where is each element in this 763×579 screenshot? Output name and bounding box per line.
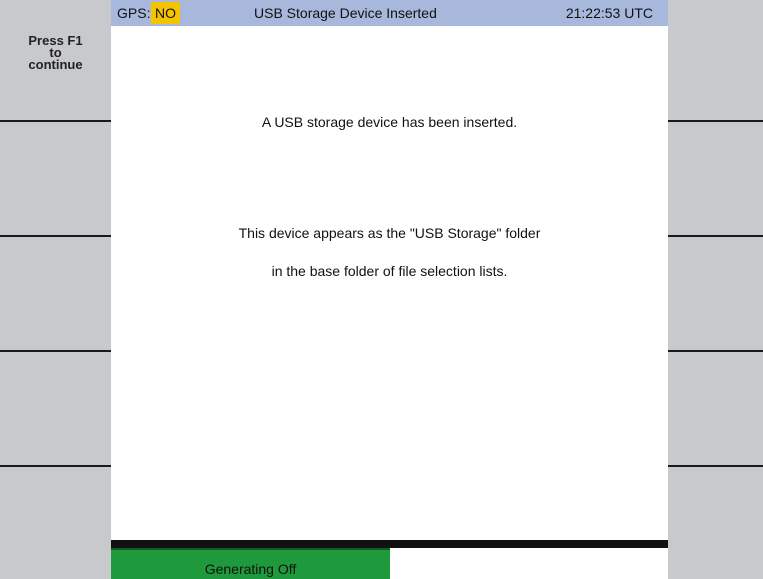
message-line-2: This device appears as the "USB Storage"… xyxy=(238,225,541,241)
softkey-f2[interactable] xyxy=(0,122,111,238)
gps-status-badge: NO xyxy=(151,2,180,24)
message-line-3: in the base folder of file selection lis… xyxy=(271,263,508,279)
softkey-f1-line3: continue xyxy=(28,57,83,72)
clock-time: 21:22:53 UTC xyxy=(565,5,653,21)
softkey-f5[interactable] xyxy=(0,467,111,579)
right-softkey-panel xyxy=(668,0,763,579)
status-field-empty xyxy=(390,548,668,579)
softkey-divider xyxy=(668,120,763,122)
softkey-divider xyxy=(0,465,111,467)
gps-label: GPS: xyxy=(117,5,151,21)
softkey-divider xyxy=(668,235,763,237)
softkey-f3[interactable] xyxy=(0,237,111,353)
left-softkey-panel: Press F1 to continue xyxy=(0,0,111,579)
softkey-r4[interactable] xyxy=(668,352,763,468)
softkey-divider xyxy=(668,350,763,352)
softkey-f4[interactable] xyxy=(0,352,111,468)
title-bar: GPS: NO USB Storage Device Inserted 21:2… xyxy=(111,0,668,26)
page-title: USB Storage Device Inserted xyxy=(254,5,437,21)
softkey-divider xyxy=(668,465,763,467)
softkey-r3[interactable] xyxy=(668,237,763,353)
softkey-divider xyxy=(0,235,111,237)
softkey-divider xyxy=(0,350,111,352)
softkey-divider xyxy=(0,120,111,122)
status-divider xyxy=(111,540,668,548)
generating-status: Generating Off xyxy=(111,548,390,579)
softkey-f1[interactable]: Press F1 to continue xyxy=(0,5,111,121)
instrument-screen: Press F1 to continue GPS: NO USB Storage… xyxy=(0,0,763,579)
softkey-f1-label: Press F1 to continue xyxy=(0,34,111,72)
softkey-r1[interactable] xyxy=(668,5,763,121)
message-line-1: A USB storage device has been inserted. xyxy=(261,114,518,130)
message-panel: A USB storage device has been inserted. … xyxy=(111,26,668,540)
softkey-r5[interactable] xyxy=(668,467,763,579)
softkey-r2[interactable] xyxy=(668,122,763,238)
